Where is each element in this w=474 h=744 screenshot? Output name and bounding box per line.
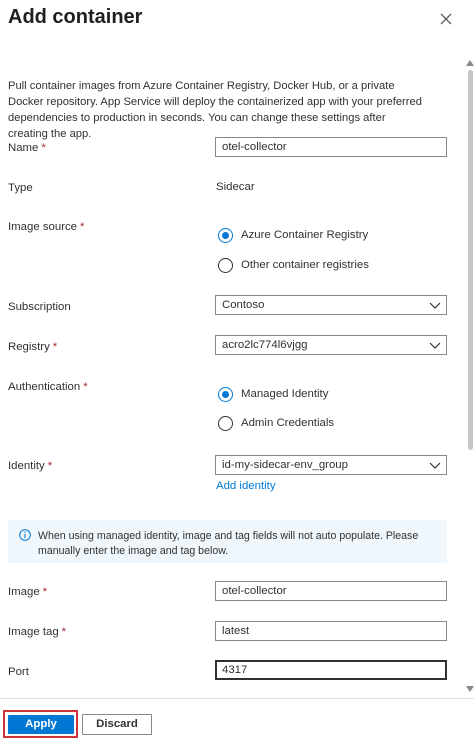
- chevron-down-icon: [429, 302, 441, 309]
- scroll-up-arrow[interactable]: [466, 60, 474, 66]
- info-message-bar: When using managed identity, image and t…: [8, 520, 447, 563]
- subscription-value: Contoso: [222, 299, 265, 311]
- subscription-label: Subscription: [8, 301, 71, 313]
- image-label: Image *: [8, 586, 48, 598]
- scrollbar-thumb[interactable]: [468, 70, 473, 450]
- radio-button[interactable]: [218, 257, 233, 273]
- radio-button-checked[interactable]: [218, 386, 233, 402]
- chevron-down-icon: [429, 342, 441, 349]
- identity-dropdown[interactable]: id-my-sidecar-env_group: [215, 455, 447, 475]
- scroll-down-arrow[interactable]: [466, 686, 474, 692]
- radio-label: Admin Credentials: [241, 417, 335, 429]
- panel-title: Add container: [8, 6, 143, 28]
- apply-button[interactable]: Apply: [8, 715, 74, 734]
- port-input[interactable]: 4317: [215, 660, 447, 680]
- image-input[interactable]: otel-collector: [215, 581, 447, 601]
- type-value: Sidecar: [216, 181, 255, 193]
- identity-label: Identity *: [8, 460, 53, 472]
- radio-managed-identity[interactable]: Managed Identity: [218, 385, 328, 403]
- image-tag-input[interactable]: latest: [215, 621, 447, 641]
- panel-description: Pull container images from Azure Contain…: [8, 80, 422, 140]
- radio-button-checked[interactable]: [218, 227, 233, 243]
- image-source-label: Image source *: [8, 221, 85, 233]
- radio-label: Azure Container Registry: [241, 229, 369, 241]
- image-tag-label: Image tag *: [8, 626, 67, 638]
- info-icon: [19, 529, 31, 541]
- add-identity-link[interactable]: Add identity: [216, 480, 276, 492]
- registry-label: Registry *: [8, 341, 58, 353]
- type-label: Type: [8, 182, 33, 194]
- identity-value: id-my-sidecar-env_group: [222, 459, 348, 471]
- discard-button[interactable]: Discard: [82, 714, 152, 735]
- registry-value: acro2lc774l6vjgg: [222, 339, 308, 351]
- name-label: Name *: [8, 142, 46, 154]
- radio-azure-container-registry[interactable]: Azure Container Registry: [218, 226, 368, 244]
- authentication-label: Authentication *: [8, 381, 88, 393]
- radio-label: Managed Identity: [241, 388, 329, 400]
- close-icon[interactable]: [437, 10, 455, 28]
- info-message-text: When using managed identity, image and t…: [38, 530, 419, 557]
- port-label: Port: [8, 666, 29, 678]
- radio-other-container-registries[interactable]: Other container registries: [218, 256, 369, 274]
- radio-button[interactable]: [218, 415, 233, 431]
- subscription-dropdown[interactable]: Contoso: [215, 295, 447, 315]
- name-input[interactable]: otel-collector: [215, 137, 447, 157]
- chevron-down-icon: [429, 462, 441, 469]
- radio-label: Other container registries: [241, 259, 369, 271]
- radio-admin-credentials[interactable]: Admin Credentials: [218, 414, 334, 432]
- registry-dropdown[interactable]: acro2lc774l6vjgg: [215, 335, 447, 355]
- footer-bar: Apply Discard: [0, 698, 474, 744]
- add-container-panel: Add container Pull container images from…: [0, 0, 474, 744]
